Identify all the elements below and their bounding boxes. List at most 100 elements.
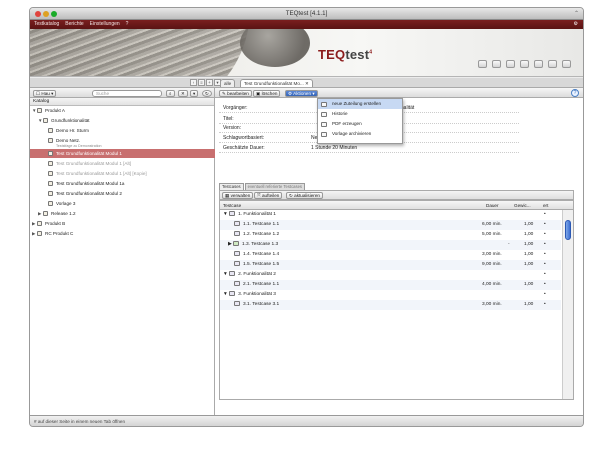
delete-button[interactable]: ▣ löschen: [253, 89, 281, 97]
testcase-grid: Testcase Dauer Gewic... ert ▼ 1. Funktio…: [219, 200, 574, 400]
expand-button[interactable]: ⤧ aufteilen: [254, 192, 283, 199]
close-window-button[interactable]: [35, 11, 41, 17]
toolbar-icon-5[interactable]: [534, 60, 543, 68]
toolbar-icon-3[interactable]: [506, 60, 515, 68]
table-row[interactable]: 3.1. Testcase 3.1 3,00 min. 1,00 •: [220, 300, 561, 310]
table-row[interactable]: ▼ 2. Funktionalität 2 •: [220, 270, 561, 280]
table-row[interactable]: 1.2. Testcase 1.2 5,00 min. 1,00 •: [220, 230, 561, 240]
tree-item-produkt-c[interactable]: ▶ RC Produkt C: [30, 229, 215, 238]
testcase-icon: [234, 231, 240, 236]
search-options-icon[interactable]: ▾: [190, 89, 199, 97]
tab-referenced-testcases[interactable]: eventuell referierte Testcases: [244, 183, 306, 190]
assignment-icon: [321, 101, 327, 107]
menu-einstellungen[interactable]: Einstellungen: [90, 20, 120, 29]
actions-menu: neue Zuteilung erstellen Historie PDF er…: [317, 98, 403, 144]
toolbar-toggle-icon[interactable]: ⌃: [574, 8, 579, 20]
col-testcase[interactable]: Testcase: [223, 201, 241, 210]
table-row[interactable]: 1.4. Testcase 1.4 3,00 min. 1,00 •: [220, 250, 561, 260]
app-logo: TEQtest4: [318, 47, 373, 62]
testcase-icon: [234, 221, 240, 226]
folder-icon: [37, 221, 42, 226]
catalog-panel: ☐ Hau ▾ Suche ⌕ ✕ ▾ ↻ Katalog ▼ Produkt A…: [30, 88, 215, 416]
toolbar-icon-1[interactable]: [478, 60, 487, 68]
menu-bar: Testkatalog Berichte Einstellungen ? ⚙: [30, 20, 583, 29]
edit-button[interactable]: ✎ bearbeiten: [219, 89, 252, 97]
tree-item[interactable]: Test Grundfunktionalität Modul 2: [30, 189, 215, 198]
help-icon[interactable]: ?: [571, 89, 579, 97]
document-icon: [48, 181, 53, 186]
tab-controls: ‹ ≡ + ▾: [190, 79, 221, 86]
document-icon: [48, 171, 53, 176]
testcase-icon: [234, 281, 240, 286]
search-input[interactable]: Suche: [92, 89, 162, 97]
menu-item-archive[interactable]: Vorlage archivieren: [318, 129, 402, 139]
menu-item-history[interactable]: Historie: [318, 109, 402, 119]
group-icon: [229, 291, 236, 296]
tab-add-icon[interactable]: +: [206, 79, 213, 86]
sub-tabs: Testcases eventuell referierte Testcases: [219, 183, 306, 190]
toolbar-icon-4[interactable]: [520, 60, 529, 68]
table-row[interactable]: 1.5. Testcase 1.5 9,00 min. 1,00 •: [220, 260, 561, 270]
view-dropdown[interactable]: ☐ Hau ▾: [33, 89, 57, 97]
table-row[interactable]: 1.1. Testcase 1.1 6,00 min. 1,00 •: [220, 220, 561, 230]
table-row[interactable]: ▼ 1. Funktionalität 1 •: [220, 210, 561, 220]
table-row[interactable]: ▼ 3. Funktionalität 3 •: [220, 290, 561, 300]
toolbar-icon-2[interactable]: [492, 60, 501, 68]
banner: TEQtest4: [30, 29, 583, 77]
actions-dropdown[interactable]: ⚙ Aktionen ▾: [285, 89, 318, 97]
menu-testkatalog[interactable]: Testkatalog: [34, 20, 59, 29]
tab-all[interactable]: alle: [220, 79, 236, 87]
folder-icon: [43, 211, 48, 216]
update-button[interactable]: ↻ aktualisieren: [286, 192, 323, 199]
table-row[interactable]: 2.1. Testcase 1.1 4,00 min. 1,00 •: [220, 280, 561, 290]
catalog-toolbar: ☐ Hau ▾ Suche ⌕ ✕ ▾ ↻: [30, 88, 214, 98]
search-icon[interactable]: ⌕: [166, 89, 175, 97]
tree-item-vorlage-3[interactable]: Vorlage 3: [30, 199, 215, 208]
tab-list-icon[interactable]: ≡: [198, 79, 205, 86]
group-icon: [229, 271, 236, 276]
menu-item-pdf[interactable]: PDF erzeugen: [318, 119, 402, 129]
tree-item-grundfunktionalitaet[interactable]: ▼ Grundfunktionalität: [30, 116, 215, 125]
tab-back-icon[interactable]: ‹: [190, 79, 197, 86]
header-icon-group: [478, 60, 571, 68]
menu-help[interactable]: ?: [126, 20, 129, 29]
folder-icon: [43, 118, 48, 123]
col-weight[interactable]: Gewic...: [514, 201, 531, 210]
col-state[interactable]: ert: [543, 201, 548, 210]
tree-item[interactable]: Test Grundfunktionalität Modul 1a: [30, 179, 215, 188]
app-window: TEQtest [4.1.1] ⌃ Testkatalog Berichte E…: [29, 7, 584, 427]
tree-item-subtitle: Teststfage zu Demonstration: [56, 144, 102, 148]
table-row[interactable]: ▶ 1.3. Testcase 1.3-1,00 •: [220, 240, 561, 250]
detail-toolbar: ✎ bearbeiten ▣ löschen ⚙ Aktionen ▾ ?: [215, 88, 583, 98]
manage-button[interactable]: ▦ verwalten: [222, 192, 254, 199]
tree-item-produkt-a[interactable]: ▼ Produkt A: [30, 106, 215, 115]
scrollbar-thumb[interactable]: [565, 220, 571, 240]
refresh-icon[interactable]: ↻: [202, 89, 212, 97]
gear-icon[interactable]: ⚙: [574, 20, 578, 29]
minimize-window-button[interactable]: [43, 11, 49, 17]
tree-item[interactable]: Test Grundfunktionalität Modul 1 [Alt]: [30, 159, 215, 168]
menu-berichte[interactable]: Berichte: [65, 20, 83, 29]
tree-item-demo-sturm[interactable]: Demo Hr. Sturm: [30, 126, 215, 135]
toolbar-icon-6[interactable]: [548, 60, 557, 68]
document-icon: [48, 128, 53, 133]
tree-item[interactable]: Test Grundfunktionalität Modul 1 [Alt] […: [30, 169, 215, 178]
tab-active-label: Test Grundfunktionalität Mo...: [244, 81, 304, 86]
toolbar-icon-7[interactable]: [562, 60, 571, 68]
tree-item-produkt-b[interactable]: ▶ Produkt B: [30, 219, 215, 228]
sand-pattern-image: [30, 29, 250, 76]
tab-active[interactable]: Test Grundfunktionalität Mo... ✕: [240, 79, 313, 87]
grid-scrollbar[interactable]: [562, 210, 573, 399]
document-icon: [48, 151, 53, 156]
tree-item-release[interactable]: ▶ Release 1.2: [30, 209, 215, 218]
title-bar: TEQtest [4.1.1] ⌃: [30, 8, 583, 20]
tab-testcases[interactable]: Testcases: [219, 183, 244, 190]
window-title: TEQtest [4.1.1]: [285, 10, 328, 17]
menu-item-new-assignment[interactable]: neue Zuteilung erstellen: [318, 99, 402, 109]
tab-close-icon[interactable]: ✕: [305, 81, 309, 86]
pdf-icon: [321, 121, 327, 127]
zoom-window-button[interactable]: [51, 11, 57, 17]
col-duration[interactable]: Dauer: [486, 201, 499, 210]
clear-search-icon[interactable]: ✕: [178, 89, 188, 97]
tree-item-selected[interactable]: Test Grundfunktionalität Modul 1: [30, 149, 215, 158]
